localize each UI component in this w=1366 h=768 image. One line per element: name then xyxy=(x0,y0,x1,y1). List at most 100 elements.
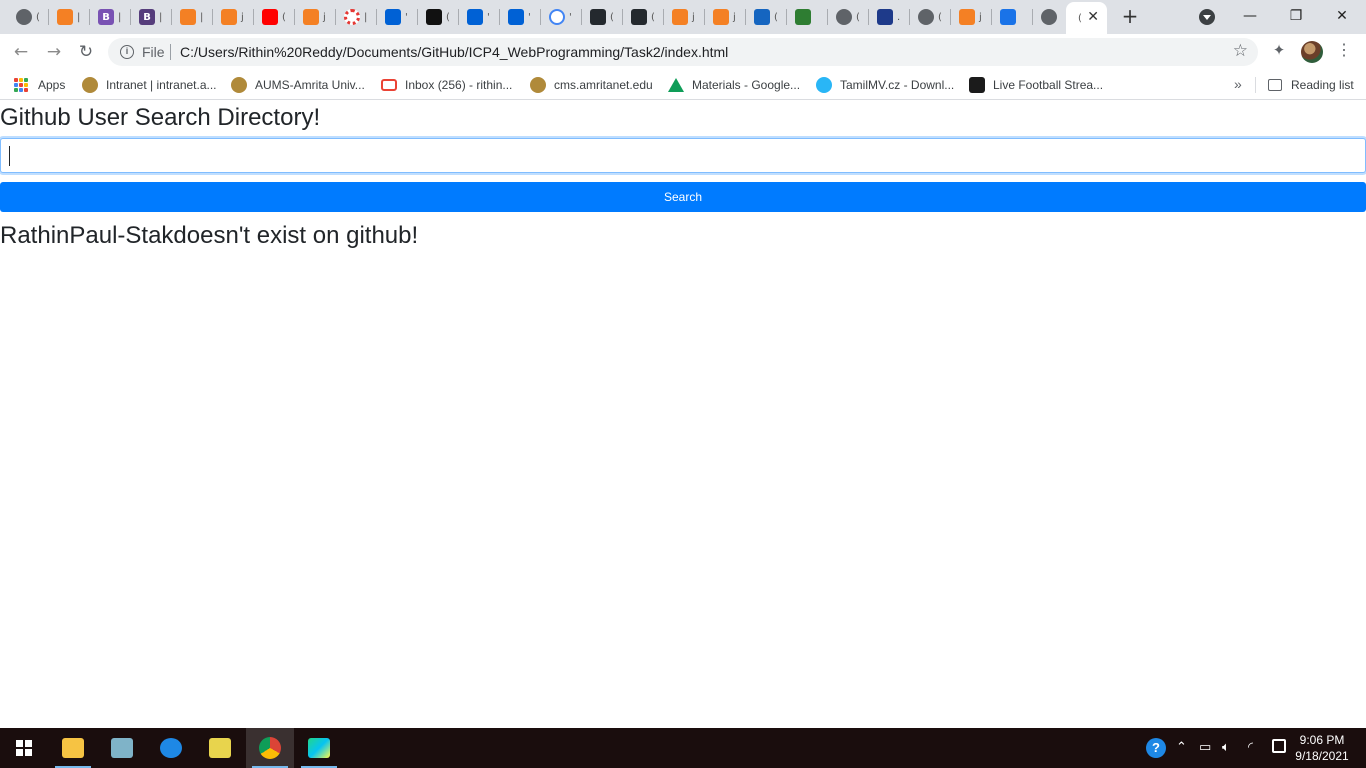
browser-tab[interactable]: B | xyxy=(131,4,172,30)
bookmark-item[interactable]: cms.amritanet.edu xyxy=(530,76,653,94)
tab-title: | xyxy=(118,11,122,23)
minimize-button[interactable]: — xyxy=(1230,4,1270,28)
globe-icon xyxy=(918,9,934,25)
tray-chevron-icon[interactable]: ⌃ xyxy=(1176,740,1187,756)
reading-list-label: Reading list xyxy=(1291,78,1354,92)
reload-icon[interactable]: ↻ xyxy=(75,41,97,63)
browser-tab[interactable]: ( xyxy=(254,4,295,30)
drive-icon xyxy=(668,78,684,92)
amrita-icon xyxy=(530,77,546,93)
bookmarks-bar: » Reading list Apps Intranet | intranet.a… xyxy=(0,70,1366,100)
browser-tab[interactable]: . xyxy=(869,4,910,30)
new-tab-button[interactable]: + xyxy=(1120,6,1140,26)
search-button[interactable]: Search xyxy=(0,182,1366,212)
tab-title: ( xyxy=(282,11,286,23)
tab-title: ' xyxy=(405,11,408,23)
restore-button[interactable]: ❐ xyxy=(1276,4,1316,28)
tab-title: ' xyxy=(487,11,490,23)
tab-title: . xyxy=(897,11,901,23)
browser-tab[interactable]: ( xyxy=(8,4,49,30)
tab-title: j xyxy=(979,11,982,23)
reading-list-button[interactable]: Reading list xyxy=(1268,76,1354,94)
info-icon[interactable]: i xyxy=(120,45,134,59)
browser-tab[interactable]: j xyxy=(951,4,992,30)
browser-tab[interactable]: ' xyxy=(541,4,582,30)
app-pen[interactable] xyxy=(98,728,146,768)
tab-title: ( xyxy=(610,11,614,23)
moon-icon xyxy=(877,9,893,25)
bookmark-item[interactable]: Inbox (256) - rithin... xyxy=(381,76,512,94)
browser-tab[interactable]: ( xyxy=(746,4,787,30)
browser-tab[interactable]: j xyxy=(295,4,336,30)
browser-tab[interactable]: j xyxy=(213,4,254,30)
browser-tab[interactable]: | xyxy=(172,4,213,30)
more-bookmarks-icon[interactable]: » xyxy=(1234,76,1242,92)
notes-icon xyxy=(209,738,231,758)
stackoverflow-icon xyxy=(713,9,729,25)
battery-icon[interactable]: ▭ xyxy=(1199,740,1211,756)
bookmark-label: cms.amritanet.edu xyxy=(554,78,653,92)
url-text[interactable]: C:/Users/Rithin%20Reddy/Documents/GitHub… xyxy=(180,44,728,60)
notification-icon[interactable] xyxy=(1272,739,1286,753)
bookmark-label: AUMS-Amrita Univ... xyxy=(255,78,365,92)
close-tab-icon[interactable]: ✕ xyxy=(1087,9,1099,25)
browser-tab[interactable]: ( xyxy=(623,4,664,30)
tab-title: ( xyxy=(774,11,778,23)
tab-strip: + — ❐ ✕ (| B | B | | j(j | '(' ' '((j j((.(j(✕ xyxy=(0,0,1366,34)
extensions-icon[interactable]: ✦ xyxy=(1270,42,1288,60)
network-icon[interactable]: ◜ xyxy=(1248,740,1253,756)
amrita-icon xyxy=(82,77,98,93)
close-window-button[interactable]: ✕ xyxy=(1322,4,1362,28)
browser-tab[interactable]: B | xyxy=(90,4,131,30)
browser-tab[interactable]: ' xyxy=(459,4,500,30)
start-button[interactable] xyxy=(0,728,48,768)
reading-list-icon xyxy=(1268,79,1282,91)
browser-tab[interactable]: | xyxy=(336,4,377,30)
bookmark-item[interactable]: Live Football Strea... xyxy=(969,76,1103,94)
app-notes[interactable] xyxy=(196,728,244,768)
bookmark-item[interactable]: Materials - Google... xyxy=(668,76,800,94)
app-sync[interactable] xyxy=(147,728,195,768)
username-search-input[interactable] xyxy=(0,138,1366,173)
bookmark-item[interactable]: Intranet | intranet.a... xyxy=(82,76,217,94)
help-icon[interactable]: ? xyxy=(1146,738,1166,758)
tab-search-icon[interactable] xyxy=(1199,9,1215,25)
tab-title: | xyxy=(200,11,204,23)
system-clock[interactable]: 9:06 PM 9/18/2021 xyxy=(1290,732,1354,764)
profile-avatar[interactable] xyxy=(1301,41,1323,63)
apps-icon xyxy=(14,78,28,92)
browser-tab[interactable]: | xyxy=(49,4,90,30)
bookmark-label: Materials - Google... xyxy=(692,78,801,92)
windows-icon xyxy=(16,740,32,756)
browser-tab[interactable]: ( xyxy=(828,4,869,30)
browser-tab[interactable]: ' xyxy=(500,4,541,30)
codepen-icon xyxy=(426,9,442,25)
bookmark-item[interactable]: TamilMV.cz - Downl... xyxy=(816,76,954,94)
forward-icon[interactable]: → xyxy=(43,41,65,63)
active-browser-tab[interactable]: (✕ xyxy=(1066,2,1107,34)
play-icon xyxy=(816,77,832,93)
active-tab-title: ( xyxy=(1078,12,1082,24)
windows-taskbar: ? ⌃ ▭ 🔈︎ ◜ 9:06 PM 9/18/2021 xyxy=(0,728,1366,768)
file-explorer[interactable] xyxy=(49,728,97,768)
bookmark-item[interactable]: AUMS-Amrita Univ... xyxy=(231,76,365,94)
browser-tab[interactable]: ( xyxy=(582,4,623,30)
browser-tab[interactable]: j xyxy=(705,4,746,30)
bookmark-item[interactable]: Apps xyxy=(14,76,65,94)
bookmark-label: Live Football Strea... xyxy=(993,78,1104,92)
browser-tab[interactable] xyxy=(992,4,1033,30)
browser-tab[interactable]: ( xyxy=(910,4,951,30)
browser-tab[interactable] xyxy=(787,4,828,30)
browser-tab[interactable]: ( xyxy=(418,4,459,30)
browser-tab[interactable]: j xyxy=(664,4,705,30)
bookmark-star-icon[interactable]: ☆ xyxy=(1233,41,1248,61)
webstorm[interactable] xyxy=(295,728,343,768)
browser-menu-icon[interactable]: ⋮ xyxy=(1336,40,1352,62)
back-icon[interactable]: ← xyxy=(10,41,32,63)
browser-tab[interactable]: ' xyxy=(377,4,418,30)
volume-icon[interactable]: 🔈︎ xyxy=(1222,740,1230,756)
address-bar[interactable]: i File C:/Users/Rithin%20Reddy/Documents… xyxy=(108,38,1258,66)
chrome[interactable] xyxy=(246,728,294,768)
download-icon xyxy=(1000,9,1016,25)
bootstrap-icon: B xyxy=(98,9,114,25)
